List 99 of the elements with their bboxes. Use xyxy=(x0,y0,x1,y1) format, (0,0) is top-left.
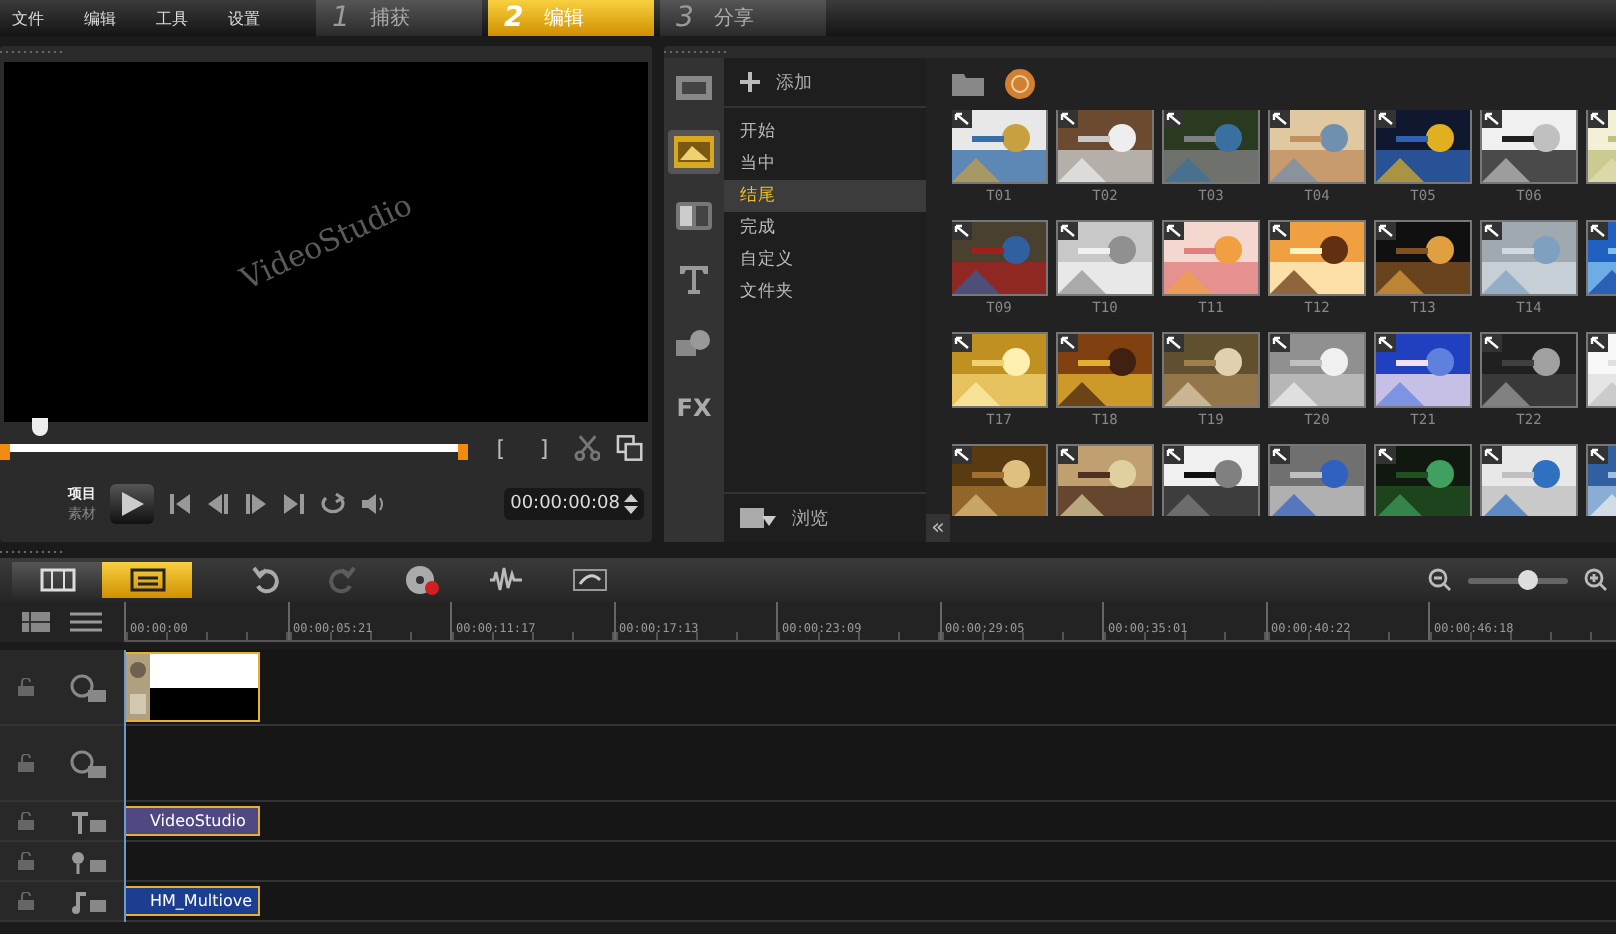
zoom-slider-thumb[interactable] xyxy=(1518,569,1538,589)
plus-icon[interactable] xyxy=(740,72,760,92)
menu-item[interactable]: 设置 xyxy=(228,7,260,29)
wand-icon xyxy=(1270,446,1290,464)
audio-clip[interactable]: HM_Multiove xyxy=(124,886,260,916)
category-item[interactable]: 结尾 xyxy=(724,180,926,212)
film-reel-icon[interactable] xyxy=(70,673,106,701)
video-clip[interactable] xyxy=(124,652,260,722)
track-lane[interactable]: VideoStudio xyxy=(124,802,1616,840)
wand-icon xyxy=(1376,110,1396,128)
wand-icon xyxy=(1588,446,1608,464)
wand-icon xyxy=(1376,446,1396,464)
undo-icon[interactable] xyxy=(252,566,280,594)
category-item[interactable]: 文件夹 xyxy=(724,276,926,308)
graphic-icon xyxy=(674,328,714,360)
wand-icon xyxy=(1058,222,1078,240)
lock-icon[interactable] xyxy=(18,678,34,696)
category-item[interactable]: 完成 xyxy=(724,212,926,244)
folder-icon[interactable] xyxy=(952,72,984,96)
category-item[interactable]: 自定义 xyxy=(724,244,926,276)
spinner-icon[interactable] xyxy=(624,492,638,516)
scrubber-handle[interactable] xyxy=(31,418,48,436)
record-icon[interactable] xyxy=(404,564,440,596)
lock-icon[interactable] xyxy=(18,754,34,772)
wand-icon xyxy=(1482,222,1502,240)
step-back-icon[interactable] xyxy=(206,494,230,514)
skip-end-icon[interactable] xyxy=(282,494,306,514)
wand-icon xyxy=(1588,110,1608,128)
mark-in-button[interactable]: [ xyxy=(487,435,515,461)
storyboard-icon xyxy=(39,568,75,592)
step-tab[interactable]: 1 捕获 xyxy=(316,0,482,36)
wand-icon xyxy=(952,222,972,240)
trim-handle[interactable] xyxy=(0,444,10,460)
wand-icon xyxy=(1270,222,1290,240)
transition-icon xyxy=(672,134,716,170)
microphone-icon[interactable] xyxy=(70,849,106,873)
volume-icon[interactable] xyxy=(360,492,388,516)
library-tab[interactable]: FX xyxy=(668,386,720,430)
wand-icon xyxy=(1482,334,1502,352)
film-icon xyxy=(674,72,714,104)
auto-music-icon[interactable] xyxy=(572,566,608,594)
wand-icon xyxy=(1482,110,1502,128)
lock-icon[interactable] xyxy=(18,892,34,910)
music-note-icon[interactable] xyxy=(70,889,106,913)
scissors-icon[interactable] xyxy=(573,434,601,462)
timecode-field[interactable]: 00:00:00:08 xyxy=(504,488,644,520)
badge-icon[interactable] xyxy=(1004,68,1036,100)
zoom-in-icon[interactable] xyxy=(1584,568,1608,592)
title-clip[interactable]: VideoStudio xyxy=(124,806,260,836)
mark-out-button[interactable]: ] xyxy=(530,435,558,461)
add-button[interactable]: 添加 xyxy=(776,69,812,95)
step-forward-icon[interactable] xyxy=(244,494,268,514)
text-icon xyxy=(678,264,710,296)
wand-icon xyxy=(952,110,972,128)
category-item[interactable]: 当中 xyxy=(724,148,926,180)
wand-icon xyxy=(952,446,972,464)
wand-icon xyxy=(1058,334,1078,352)
browse-button[interactable]: 浏览 xyxy=(792,505,828,531)
film-reel-icon[interactable] xyxy=(70,749,106,777)
wand-icon xyxy=(1164,446,1184,464)
wand-icon xyxy=(1270,110,1290,128)
wand-icon xyxy=(1164,110,1184,128)
title-track-icon[interactable] xyxy=(70,809,106,833)
collapse-button[interactable]: « xyxy=(926,514,950,542)
play-icon xyxy=(118,490,146,518)
wand-icon xyxy=(1164,334,1184,352)
title-icon xyxy=(674,200,714,232)
track-lane[interactable]: HM_Multiove xyxy=(124,882,1616,920)
menu-item[interactable]: 编辑 xyxy=(84,7,116,29)
copy-icon[interactable] xyxy=(616,434,644,462)
list-icon[interactable] xyxy=(70,612,102,632)
lock-icon[interactable] xyxy=(18,812,34,830)
view-button[interactable] xyxy=(12,562,102,598)
menu-item[interactable]: 工具 xyxy=(156,7,188,29)
menu-item[interactable]: 文件 xyxy=(12,7,44,29)
repeat-icon[interactable] xyxy=(320,492,346,516)
category-item[interactable]: 开始 xyxy=(724,116,926,148)
zoom-out-icon[interactable] xyxy=(1428,568,1452,592)
lock-icon[interactable] xyxy=(18,852,34,870)
wand-icon xyxy=(1376,222,1396,240)
wand-icon xyxy=(1058,446,1078,464)
view-button[interactable] xyxy=(102,562,192,598)
waveform-icon[interactable] xyxy=(488,566,524,594)
wand-icon xyxy=(1588,222,1608,240)
wand-icon xyxy=(1482,446,1502,464)
timeline-icon xyxy=(129,568,165,592)
step-tab[interactable]: 3 分享 xyxy=(660,0,826,36)
play-button[interactable] xyxy=(110,484,154,524)
track-manager-icon[interactable] xyxy=(22,612,50,632)
wand-icon xyxy=(1058,110,1078,128)
wand-icon xyxy=(952,334,972,352)
browse-icon[interactable] xyxy=(740,506,776,530)
library-tab[interactable] xyxy=(668,130,720,174)
trim-handle[interactable] xyxy=(457,444,468,460)
wand-icon xyxy=(1270,334,1290,352)
wand-icon xyxy=(1588,334,1608,352)
wand-icon xyxy=(1164,222,1184,240)
skip-start-icon[interactable] xyxy=(168,494,192,514)
wand-icon xyxy=(1376,334,1396,352)
